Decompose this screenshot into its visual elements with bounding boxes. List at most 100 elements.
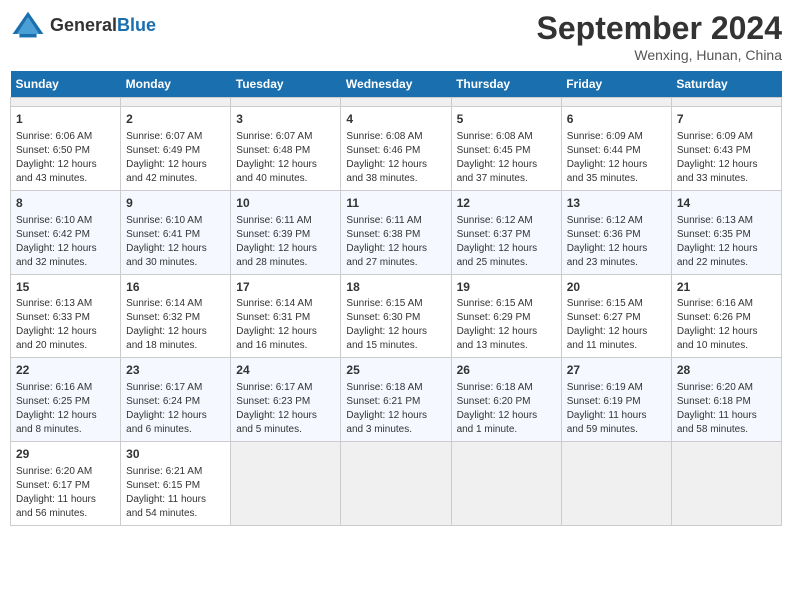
calendar-cell: 18 Sunrise: 6:15 AM Sunset: 6:30 PM Dayl… — [341, 274, 451, 358]
sunrise-label: Sunrise: 6:17 AM — [126, 382, 202, 393]
header-thursday: Thursday — [451, 71, 561, 98]
daylight-label: Daylight: 12 hours and 43 minutes. — [16, 159, 97, 184]
sunrise-label: Sunrise: 6:15 AM — [346, 298, 422, 309]
sunset-label: Sunset: 6:18 PM — [677, 396, 751, 407]
page-header: GeneralBlue September 2024 Wenxing, Huna… — [10, 10, 782, 63]
header-wednesday: Wednesday — [341, 71, 451, 98]
sunset-label: Sunset: 6:21 PM — [346, 396, 420, 407]
calendar-week-2: 8 Sunrise: 6:10 AM Sunset: 6:42 PM Dayli… — [11, 190, 782, 274]
calendar-cell: 29 Sunrise: 6:20 AM Sunset: 6:17 PM Dayl… — [11, 442, 121, 526]
sunset-label: Sunset: 6:35 PM — [677, 229, 751, 240]
sunrise-label: Sunrise: 6:15 AM — [567, 298, 643, 309]
sunrise-label: Sunrise: 6:09 AM — [677, 131, 753, 142]
sunrise-label: Sunrise: 6:20 AM — [677, 382, 753, 393]
sunrise-label: Sunrise: 6:11 AM — [346, 215, 421, 226]
calendar-cell: 17 Sunrise: 6:14 AM Sunset: 6:31 PM Dayl… — [231, 274, 341, 358]
daylight-label: Daylight: 12 hours and 13 minutes. — [457, 326, 538, 351]
calendar-cell — [231, 98, 341, 107]
calendar-cell: 14 Sunrise: 6:13 AM Sunset: 6:35 PM Dayl… — [671, 190, 781, 274]
calendar-cell — [561, 98, 671, 107]
calendar-cell: 11 Sunrise: 6:11 AM Sunset: 6:38 PM Dayl… — [341, 190, 451, 274]
calendar-cell — [11, 98, 121, 107]
header-saturday: Saturday — [671, 71, 781, 98]
sunset-label: Sunset: 6:19 PM — [567, 396, 641, 407]
day-number: 17 — [236, 279, 335, 296]
daylight-label: Daylight: 12 hours and 27 minutes. — [346, 243, 427, 268]
day-number: 25 — [346, 362, 445, 379]
calendar-week-4: 22 Sunrise: 6:16 AM Sunset: 6:25 PM Dayl… — [11, 358, 782, 442]
daylight-label: Daylight: 12 hours and 22 minutes. — [677, 243, 758, 268]
calendar-cell: 16 Sunrise: 6:14 AM Sunset: 6:32 PM Dayl… — [121, 274, 231, 358]
sunrise-label: Sunrise: 6:10 AM — [126, 215, 202, 226]
daylight-label: Daylight: 12 hours and 20 minutes. — [16, 326, 97, 351]
sunrise-label: Sunrise: 6:20 AM — [16, 466, 92, 477]
day-number: 4 — [346, 111, 445, 128]
daylight-label: Daylight: 12 hours and 16 minutes. — [236, 326, 317, 351]
month-title: September 2024 — [537, 10, 782, 47]
calendar-cell: 8 Sunrise: 6:10 AM Sunset: 6:42 PM Dayli… — [11, 190, 121, 274]
logo-icon — [10, 10, 46, 40]
sunset-label: Sunset: 6:50 PM — [16, 145, 90, 156]
calendar-cell — [341, 98, 451, 107]
sunset-label: Sunset: 6:36 PM — [567, 229, 641, 240]
sunrise-label: Sunrise: 6:07 AM — [126, 131, 202, 142]
daylight-label: Daylight: 12 hours and 8 minutes. — [16, 410, 97, 435]
calendar-cell — [561, 442, 671, 526]
daylight-label: Daylight: 12 hours and 10 minutes. — [677, 326, 758, 351]
day-number: 5 — [457, 111, 556, 128]
calendar-cell: 7 Sunrise: 6:09 AM Sunset: 6:43 PM Dayli… — [671, 107, 781, 191]
daylight-label: Daylight: 12 hours and 3 minutes. — [346, 410, 427, 435]
day-number: 23 — [126, 362, 225, 379]
day-number: 12 — [457, 195, 556, 212]
day-number: 22 — [16, 362, 115, 379]
calendar-cell: 19 Sunrise: 6:15 AM Sunset: 6:29 PM Dayl… — [451, 274, 561, 358]
sunrise-label: Sunrise: 6:18 AM — [457, 382, 533, 393]
calendar-cell: 9 Sunrise: 6:10 AM Sunset: 6:41 PM Dayli… — [121, 190, 231, 274]
sunrise-label: Sunrise: 6:13 AM — [16, 298, 92, 309]
calendar-cell: 28 Sunrise: 6:20 AM Sunset: 6:18 PM Dayl… — [671, 358, 781, 442]
sunset-label: Sunset: 6:44 PM — [567, 145, 641, 156]
daylight-label: Daylight: 12 hours and 18 minutes. — [126, 326, 207, 351]
sunset-label: Sunset: 6:26 PM — [677, 312, 751, 323]
calendar-cell: 21 Sunrise: 6:16 AM Sunset: 6:26 PM Dayl… — [671, 274, 781, 358]
calendar-table: Sunday Monday Tuesday Wednesday Thursday… — [10, 71, 782, 526]
sunrise-label: Sunrise: 6:21 AM — [126, 466, 202, 477]
calendar-cell — [671, 442, 781, 526]
calendar-week-3: 15 Sunrise: 6:13 AM Sunset: 6:33 PM Dayl… — [11, 274, 782, 358]
logo-blue: Blue — [117, 15, 156, 35]
sunrise-label: Sunrise: 6:07 AM — [236, 131, 312, 142]
daylight-label: Daylight: 12 hours and 28 minutes. — [236, 243, 317, 268]
calendar-cell: 24 Sunrise: 6:17 AM Sunset: 6:23 PM Dayl… — [231, 358, 341, 442]
sunrise-label: Sunrise: 6:16 AM — [16, 382, 92, 393]
calendar-cell: 5 Sunrise: 6:08 AM Sunset: 6:45 PM Dayli… — [451, 107, 561, 191]
day-number: 18 — [346, 279, 445, 296]
calendar-cell: 6 Sunrise: 6:09 AM Sunset: 6:44 PM Dayli… — [561, 107, 671, 191]
calendar-cell: 10 Sunrise: 6:11 AM Sunset: 6:39 PM Dayl… — [231, 190, 341, 274]
daylight-label: Daylight: 12 hours and 1 minute. — [457, 410, 538, 435]
sunrise-label: Sunrise: 6:10 AM — [16, 215, 92, 226]
sunrise-label: Sunrise: 6:06 AM — [16, 131, 92, 142]
day-number: 24 — [236, 362, 335, 379]
sunset-label: Sunset: 6:17 PM — [16, 480, 90, 491]
day-number: 28 — [677, 362, 776, 379]
sunset-label: Sunset: 6:38 PM — [346, 229, 420, 240]
daylight-label: Daylight: 12 hours and 38 minutes. — [346, 159, 427, 184]
sunrise-label: Sunrise: 6:12 AM — [457, 215, 533, 226]
sunset-label: Sunset: 6:49 PM — [126, 145, 200, 156]
sunset-label: Sunset: 6:45 PM — [457, 145, 531, 156]
day-number: 29 — [16, 446, 115, 463]
daylight-label: Daylight: 12 hours and 33 minutes. — [677, 159, 758, 184]
calendar-cell: 23 Sunrise: 6:17 AM Sunset: 6:24 PM Dayl… — [121, 358, 231, 442]
calendar-cell: 27 Sunrise: 6:19 AM Sunset: 6:19 PM Dayl… — [561, 358, 671, 442]
sunrise-label: Sunrise: 6:08 AM — [457, 131, 533, 142]
calendar-cell: 2 Sunrise: 6:07 AM Sunset: 6:49 PM Dayli… — [121, 107, 231, 191]
daylight-label: Daylight: 12 hours and 25 minutes. — [457, 243, 538, 268]
header-sunday: Sunday — [11, 71, 121, 98]
sunset-label: Sunset: 6:29 PM — [457, 312, 531, 323]
calendar-week-1: 1 Sunrise: 6:06 AM Sunset: 6:50 PM Dayli… — [11, 107, 782, 191]
day-number: 30 — [126, 446, 225, 463]
title-area: September 2024 Wenxing, Hunan, China — [537, 10, 782, 63]
calendar-cell: 22 Sunrise: 6:16 AM Sunset: 6:25 PM Dayl… — [11, 358, 121, 442]
daylight-label: Daylight: 12 hours and 6 minutes. — [126, 410, 207, 435]
sunrise-label: Sunrise: 6:14 AM — [236, 298, 312, 309]
